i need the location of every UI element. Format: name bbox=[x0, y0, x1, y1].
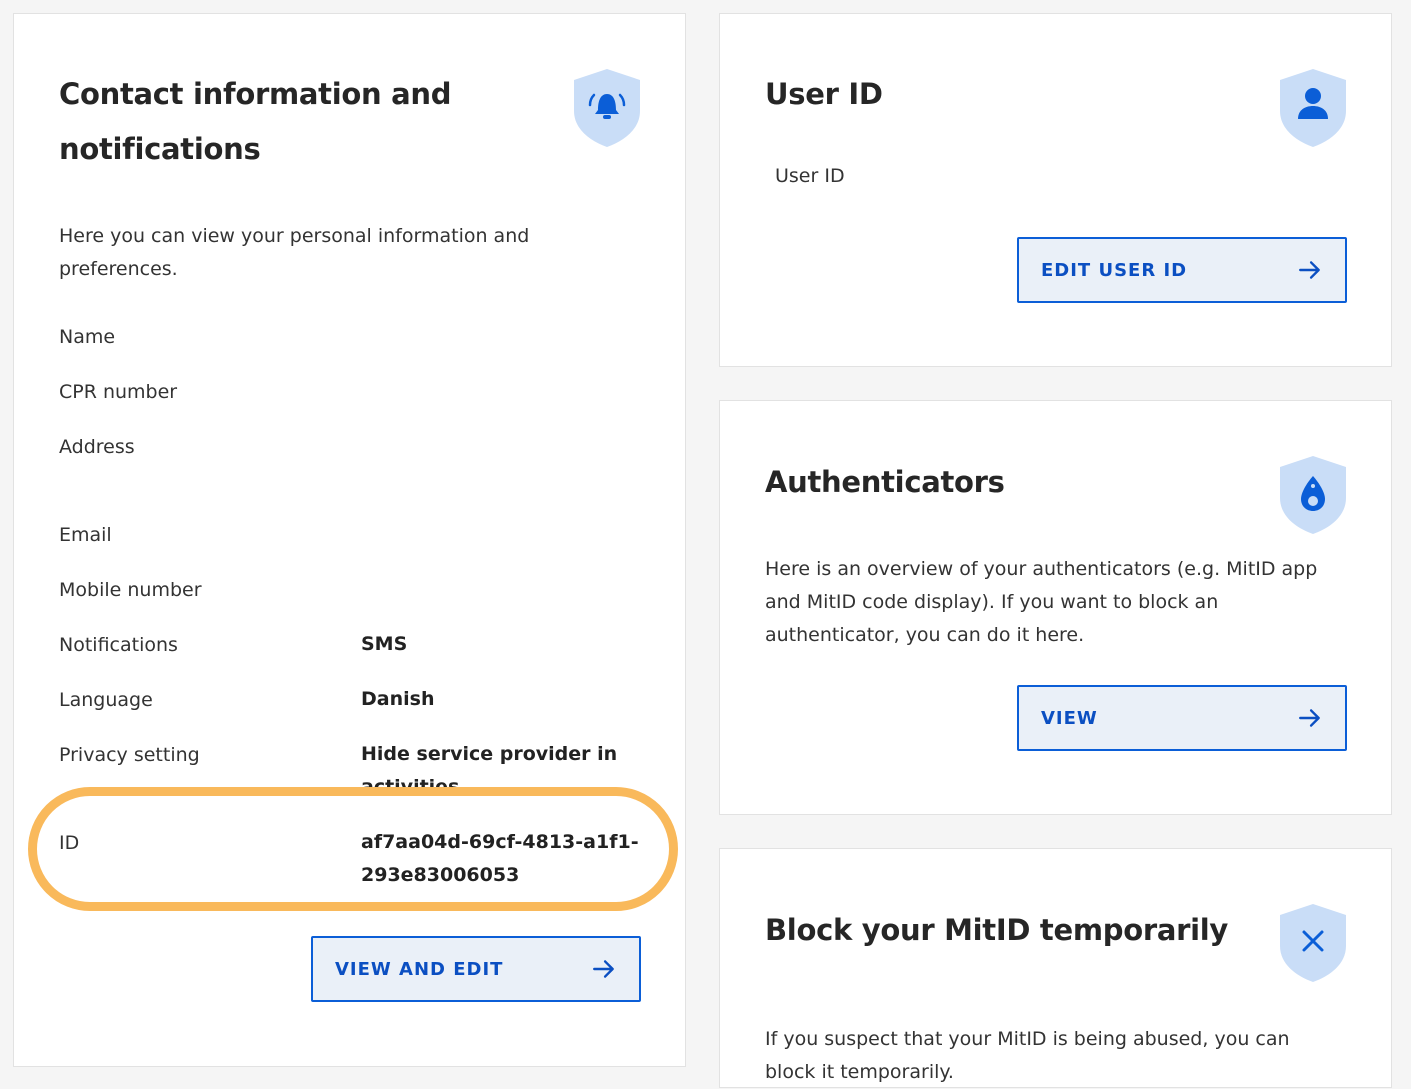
authenticators-description: Here is an overview of your authenticato… bbox=[765, 558, 1318, 646]
row-label-mobile: Mobile number bbox=[59, 579, 202, 601]
row-label-privacy: Privacy setting bbox=[59, 744, 200, 766]
userid-label: User ID bbox=[775, 165, 845, 187]
block-title: Block your MitID temporarily bbox=[765, 913, 1229, 947]
row-label-language: Language bbox=[59, 689, 153, 711]
block-card: Block your MitID temporarily If you susp… bbox=[719, 848, 1392, 1088]
row-label-cpr: CPR number bbox=[59, 381, 178, 403]
userid-title: User ID bbox=[765, 77, 883, 111]
row-label-name: Name bbox=[59, 326, 116, 348]
block-description: If you suspect that your MitID is being … bbox=[765, 1028, 1290, 1083]
edit-user-id-button[interactable]: EDIT USER ID bbox=[1017, 237, 1347, 303]
authenticators-title: Authenticators bbox=[765, 465, 1005, 499]
edit-user-id-label: EDIT USER ID bbox=[1041, 259, 1188, 281]
view-and-edit-label: VIEW AND EDIT bbox=[335, 958, 504, 980]
arrow-right-icon bbox=[593, 960, 614, 978]
code-display-icon bbox=[1280, 456, 1346, 534]
row-value-id: af7aa04d-69cf-4813-a1f1-293e83006053 bbox=[361, 831, 639, 886]
user-icon bbox=[1280, 69, 1346, 147]
authenticators-card: Authenticators Here is an overview of yo… bbox=[719, 400, 1392, 815]
view-and-edit-button[interactable]: VIEW AND EDIT bbox=[311, 936, 641, 1002]
bell-alarm-icon bbox=[574, 69, 640, 147]
row-value-language: Danish bbox=[361, 688, 435, 710]
row-label-address: Address bbox=[59, 436, 135, 458]
contact-card: Contact information and notifications He… bbox=[13, 13, 686, 1067]
contact-title: Contact information and notifications bbox=[59, 77, 452, 166]
contact-description: Here you can view your personal informat… bbox=[59, 225, 530, 280]
arrow-right-icon bbox=[1299, 261, 1320, 279]
row-label-notifications: Notifications bbox=[59, 634, 178, 656]
view-authenticators-label: VIEW bbox=[1041, 707, 1098, 729]
privacy-value-clip: Hide service provider in activities bbox=[361, 738, 661, 790]
row-value-notifications: SMS bbox=[361, 633, 408, 655]
row-value-privacy: Hide service provider in activities bbox=[361, 743, 618, 790]
row-label-email: Email bbox=[59, 524, 112, 546]
userid-card: User ID User ID EDIT USER ID bbox=[719, 13, 1392, 367]
close-icon bbox=[1280, 904, 1346, 982]
row-label-id: ID bbox=[59, 832, 80, 854]
view-authenticators-button[interactable]: VIEW bbox=[1017, 685, 1347, 751]
arrow-right-icon bbox=[1299, 709, 1320, 727]
